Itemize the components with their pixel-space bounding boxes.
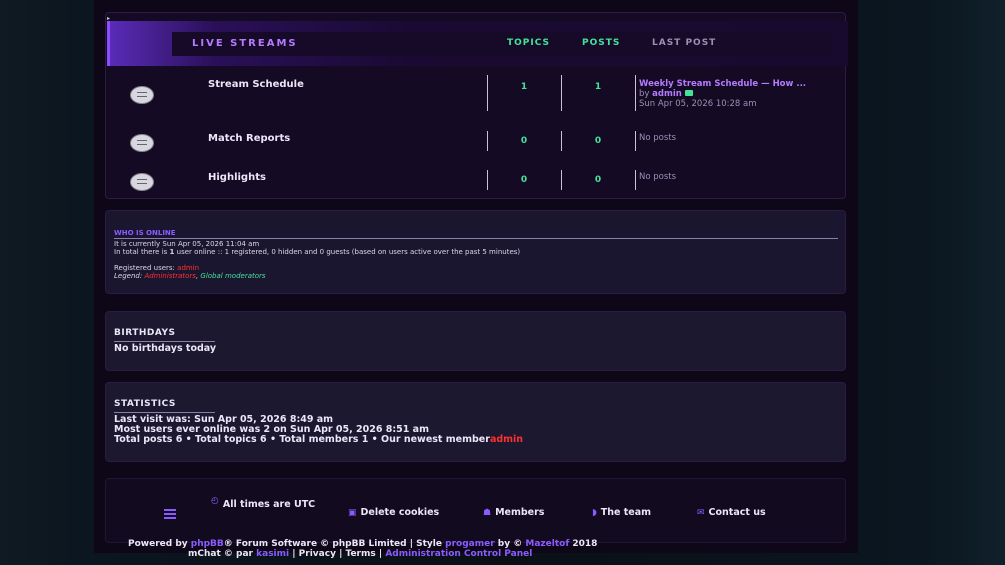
column-divider [487, 170, 488, 190]
menu-hamburger-icon[interactable] [164, 509, 176, 521]
goto-last-post-icon[interactable] [684, 90, 693, 96]
powered-mid-text: ® Forum Software © phpBB Limited | Style [223, 539, 442, 549]
style-year: 2018 [572, 539, 598, 549]
style-by-text: by © [497, 539, 523, 549]
legend-global-moderators-link[interactable]: Global moderators [200, 272, 265, 280]
legend-separator: , [195, 272, 199, 280]
divider [114, 412, 215, 413]
users-icon: ☗ [483, 508, 492, 518]
mchat-text: mChat © par [188, 549, 253, 559]
style-author-link[interactable]: Mazeltof [525, 539, 569, 549]
legend-administrators-link[interactable]: Administrators [144, 272, 196, 280]
legend-line: Legend: Administrators, Global moderator… [114, 272, 266, 280]
column-divider [635, 75, 636, 111]
legend-label: Legend: [114, 272, 143, 280]
contact-us-link[interactable]: ✉ Contact us [697, 507, 766, 518]
current-time-text: It is currently Sun Apr 05, 2026 11:04 a… [114, 240, 260, 248]
mchat-author-link[interactable]: kasimi [256, 549, 289, 559]
forum-name-link[interactable]: Highlights [208, 172, 266, 183]
separator: | [378, 549, 383, 559]
forum-read-icon [130, 86, 154, 104]
delete-cookies-link[interactable]: ▣ Delete cookies [348, 507, 439, 518]
forum-header-bar: LIVE STREAMS TOPICS POSTS LAST POST [172, 32, 832, 56]
credits-line-2: mChat © par kasimi | Privacy | Terms | A… [188, 549, 532, 559]
totals-text: Total posts 6 • Total topics 6 • Total m… [114, 434, 490, 445]
column-divider [487, 131, 488, 151]
forum-read-icon [130, 173, 154, 191]
category-title[interactable]: LIVE STREAMS [192, 38, 298, 49]
contact-us-label: Contact us [708, 507, 766, 518]
column-posts: POSTS [582, 38, 621, 48]
shield-icon: ◗ [592, 508, 597, 518]
column-divider [635, 131, 636, 151]
who-is-online-panel: WHO IS ONLINE It is currently Sun Apr 05… [105, 210, 846, 294]
column-divider [635, 170, 636, 190]
team-label: The team [600, 507, 652, 518]
footer-navbar: ◴ All times are UTC ▣ Delete cookies ☗ Memb… [105, 478, 846, 543]
registered-user-link[interactable]: admin [177, 264, 199, 272]
members-label: Members [495, 507, 545, 518]
last-post-info: Weekly Stream Schedule — How ... by admi… [639, 79, 806, 109]
posts-count: 0 [594, 136, 602, 146]
forum-row-stream-schedule: Stream Schedule 1 1 Weekly Stream Schedu… [106, 75, 845, 125]
online-total-prefix: In total there is [114, 248, 168, 256]
last-post-empty: No posts [639, 172, 677, 182]
birthdays-title: BIRTHDAYS [114, 328, 176, 338]
online-total-suffix: user online :: 1 registered, 0 hidden an… [176, 248, 521, 256]
forum-row-match-reports: Match Reports 0 0 No posts [106, 131, 845, 166]
forum-category-block: ▸ LIVE STREAMS TOPICS POSTS LAST POST St… [105, 12, 848, 199]
style-link[interactable]: progamer [445, 539, 495, 549]
terms-link[interactable]: Terms [346, 549, 376, 559]
team-link[interactable]: ◗ The team [592, 507, 651, 518]
last-post-author-link[interactable]: admin [652, 89, 682, 99]
page-container: ▸ LIVE STREAMS TOPICS POSTS LAST POST St… [94, 0, 858, 559]
trash-icon: ▣ [348, 508, 357, 518]
last-post-title-link[interactable]: Weekly Stream Schedule — How ... [639, 79, 806, 89]
column-divider [561, 131, 562, 151]
column-divider [487, 75, 488, 111]
statistics-title: STATISTICS [114, 399, 176, 409]
online-total-count: 1 [169, 248, 175, 256]
topics-count: 0 [520, 175, 528, 185]
privacy-link[interactable]: | Privacy | [292, 549, 342, 559]
column-topics: TOPICS [507, 38, 550, 48]
last-post-time: Sun Apr 05, 2026 10:28 am [639, 99, 757, 109]
credits-line-1: Powered by phpBB® Forum Software © phpBB… [128, 539, 597, 549]
forum-name-link[interactable]: Stream Schedule [208, 79, 304, 90]
forum-category-header: LIVE STREAMS TOPICS POSTS LAST POST [107, 21, 848, 66]
last-post-by-label: by [639, 89, 650, 99]
birthdays-text: No birthdays today [114, 343, 217, 354]
totals-line: Total posts 6 • Total topics 6 • Total m… [114, 434, 523, 445]
divider [114, 341, 215, 342]
who-is-online-title[interactable]: WHO IS ONLINE [114, 229, 176, 237]
topics-count: 1 [520, 82, 528, 92]
powered-by-text: Powered by [128, 539, 188, 549]
registered-users-label: Registered users: [114, 264, 175, 272]
forum-row-highlights: Highlights 0 0 No posts [106, 170, 845, 198]
forum-read-icon [130, 134, 154, 152]
registered-users-line: Registered users: admin [114, 264, 199, 272]
online-total-text: In total there is 1 user online :: 1 reg… [114, 248, 520, 256]
last-post-empty: No posts [639, 133, 677, 143]
clock-icon: ◴ [211, 496, 219, 506]
newest-member-link[interactable]: admin [490, 434, 523, 445]
envelope-icon: ✉ [697, 508, 705, 518]
statistics-panel: STATISTICS Last visit was: Sun Apr 05, 2… [105, 382, 846, 462]
column-divider [561, 75, 562, 111]
phpbb-link[interactable]: phpBB [191, 539, 224, 549]
topics-count: 0 [520, 136, 528, 146]
timezone-info: ◴ All times are UTC [211, 496, 316, 510]
timezone-text: All times are UTC [222, 499, 316, 510]
delete-cookies-label: Delete cookies [360, 507, 440, 518]
posts-count: 0 [594, 175, 602, 185]
members-link[interactable]: ☗ Members [483, 507, 544, 518]
forum-name-link[interactable]: Match Reports [208, 133, 290, 144]
birthdays-panel: BIRTHDAYS No birthdays today [105, 311, 846, 371]
posts-count: 1 [594, 82, 602, 92]
column-last-post: LAST POST [652, 38, 717, 48]
divider [114, 238, 838, 239]
acp-link[interactable]: Administration Control Panel [385, 549, 532, 559]
column-divider [561, 170, 562, 190]
